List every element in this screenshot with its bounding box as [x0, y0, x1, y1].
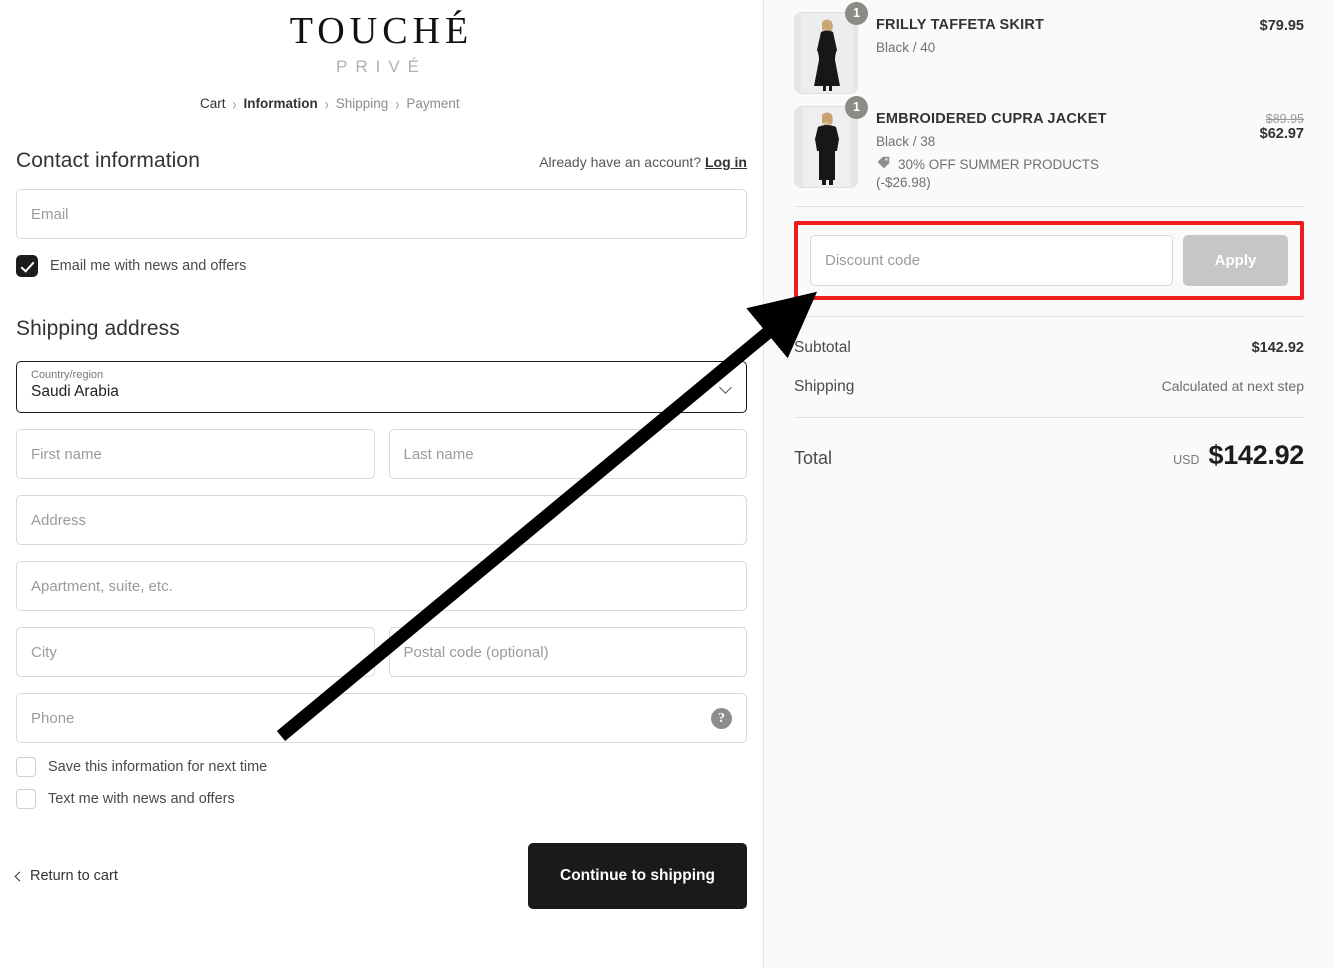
quantity-badge: 1	[845, 2, 868, 25]
store-logo[interactable]: TOUCHÉ PRIVÉ	[16, 0, 747, 80]
country-region-select[interactable]: Country/region Saudi Arabia	[16, 361, 747, 413]
phone-input[interactable]	[17, 694, 746, 742]
chevron-left-icon	[14, 871, 25, 881]
summary-divider	[794, 316, 1304, 317]
line-item-discount-amount: (-$26.98)	[876, 175, 931, 190]
line-item-compare-at-price: $89.95	[1265, 112, 1304, 126]
line-item-discount-label: 30% OFF SUMMER PRODUCTS	[898, 156, 1100, 172]
total-currency: USD	[1173, 453, 1200, 467]
log-in-link[interactable]: Log in	[705, 154, 747, 170]
save-info-checkbox[interactable]	[16, 757, 36, 777]
quantity-badge: 1	[845, 96, 868, 119]
text-offers-checkbox-row[interactable]: Text me with news and offers	[16, 789, 747, 809]
totals-block: Subtotal $142.92 Shipping Calculated at …	[794, 339, 1304, 471]
line-item-variant: Black / 40	[876, 40, 936, 55]
continue-to-shipping-button[interactable]: Continue to shipping	[528, 843, 747, 909]
apartment-field-wrap[interactable]	[16, 561, 747, 611]
name-row	[16, 413, 747, 479]
line-item: 1 FRILLY TAFFETA SKIRT Black / 40 $79.95	[794, 0, 1304, 94]
total-row: Total USD $142.92	[794, 440, 1304, 471]
chevron-right-icon: ›	[324, 94, 329, 113]
shipping-preferences: Save this information for next time Text…	[16, 757, 747, 809]
subtotal-value: $142.92	[1251, 340, 1304, 356]
brand-name: TOUCHÉ	[289, 10, 474, 52]
postal-code-input[interactable]	[389, 628, 746, 676]
total-label: Total	[794, 448, 833, 468]
line-item: 1 EMBROIDERED CUPRA JACKET Black / 38 30…	[794, 94, 1304, 190]
line-item-thumbnail-wrap: 1	[794, 96, 868, 188]
chevron-right-icon: ›	[232, 94, 237, 113]
postal-code-field-wrap[interactable]	[388, 627, 747, 677]
save-info-checkbox-row[interactable]: Save this information for next time	[16, 757, 747, 777]
apply-discount-button[interactable]: Apply	[1183, 235, 1288, 286]
first-name-field-wrap[interactable]	[16, 429, 375, 479]
tag-icon	[876, 155, 891, 173]
product-image	[794, 106, 858, 188]
first-name-input[interactable]	[17, 430, 374, 478]
shipping-label: Shipping	[794, 378, 855, 395]
total-value: $142.92	[1208, 440, 1305, 470]
email-field-wrap[interactable]	[16, 189, 747, 239]
checkout-main-column: TOUCHÉ PRIVÉ Cart › Information › Shippi…	[0, 0, 763, 968]
breadcrumb-item-shipping: Shipping	[335, 96, 389, 111]
text-offers-label: Text me with news and offers	[48, 791, 235, 807]
account-prompt: Already have an account? Log in	[539, 154, 747, 170]
line-item-info: EMBROIDERED CUPRA JACKET Black / 38 30% …	[876, 100, 1206, 190]
breadcrumb-item-information[interactable]: Information	[244, 96, 318, 111]
newsletter-checkbox[interactable]	[16, 255, 38, 277]
line-item-title: FRILLY TAFFETA SKIRT	[876, 17, 1045, 33]
last-name-field-wrap[interactable]	[388, 429, 747, 479]
subtotal-row: Subtotal $142.92	[794, 339, 1304, 357]
line-item-title: EMBROIDERED CUPRA JACKET	[876, 111, 1107, 127]
address-input[interactable]	[17, 496, 746, 544]
line-item-info: FRILLY TAFFETA SKIRT Black / 40	[876, 6, 1206, 55]
newsletter-checkbox-row[interactable]: Email me with news and offers	[16, 255, 747, 277]
line-item-price: $79.95	[1259, 18, 1304, 34]
last-name-input[interactable]	[389, 430, 746, 478]
address-field-wrap[interactable]	[16, 495, 747, 545]
return-to-cart-link[interactable]: Return to cart	[14, 868, 118, 884]
discount-code-input[interactable]	[810, 235, 1173, 286]
help-circle-icon[interactable]: ?	[711, 708, 732, 729]
chevron-right-icon: ›	[395, 94, 400, 113]
breadcrumb-item-cart[interactable]: Cart	[200, 96, 226, 111]
brand-tagline: PRIVÉ	[335, 57, 428, 76]
line-item-price-col: $79.95	[1224, 6, 1304, 34]
shipping-address-title: Shipping address	[16, 317, 180, 340]
line-item-price: $62.97	[1259, 126, 1304, 142]
city-input[interactable]	[17, 628, 374, 676]
text-offers-checkbox[interactable]	[16, 789, 36, 809]
line-item-thumbnail-wrap: 1	[794, 2, 868, 94]
email-input[interactable]	[17, 190, 746, 238]
total-amount-group: USD $142.92	[1173, 440, 1304, 471]
country-region-value: Saudi Arabia	[31, 383, 119, 400]
contact-information-header: Contact information Already have an acco…	[16, 149, 747, 173]
summary-divider	[794, 206, 1304, 207]
discount-code-row: Apply	[810, 235, 1288, 286]
city-field-wrap[interactable]	[16, 627, 375, 677]
save-info-label: Save this information for next time	[48, 759, 268, 775]
breadcrumb: Cart › Information › Shipping › Payment	[16, 94, 747, 113]
city-postal-row	[16, 611, 747, 677]
account-prompt-text: Already have an account?	[539, 154, 702, 170]
breadcrumb-item-payment: Payment	[406, 96, 460, 111]
shipping-row: Shipping Calculated at next step	[794, 378, 1304, 396]
line-item-discount: 30% OFF SUMMER PRODUCTS	[876, 155, 1206, 173]
apartment-input[interactable]	[17, 562, 746, 610]
product-image	[794, 12, 858, 94]
country-region-label: Country/region	[31, 369, 104, 381]
newsletter-label: Email me with news and offers	[50, 258, 247, 274]
subtotal-label: Subtotal	[794, 339, 851, 356]
line-item-price-col: $89.95 $62.97	[1224, 100, 1304, 142]
phone-field-wrap[interactable]: ?	[16, 693, 747, 743]
discount-code-highlight: Apply	[794, 221, 1304, 300]
line-item-variant: Black / 38	[876, 134, 936, 149]
checkout-page: TOUCHÉ PRIVÉ Cart › Information › Shippi…	[0, 0, 1334, 968]
return-to-cart-label: Return to cart	[30, 868, 118, 884]
contact-information-title: Contact information	[16, 149, 200, 172]
total-divider	[794, 417, 1304, 418]
order-summary-sidebar: 1 FRILLY TAFFETA SKIRT Black / 40 $79.95…	[763, 0, 1334, 968]
shipping-value: Calculated at next step	[1161, 378, 1304, 394]
form-footer: Return to cart Continue to shipping	[14, 843, 747, 909]
